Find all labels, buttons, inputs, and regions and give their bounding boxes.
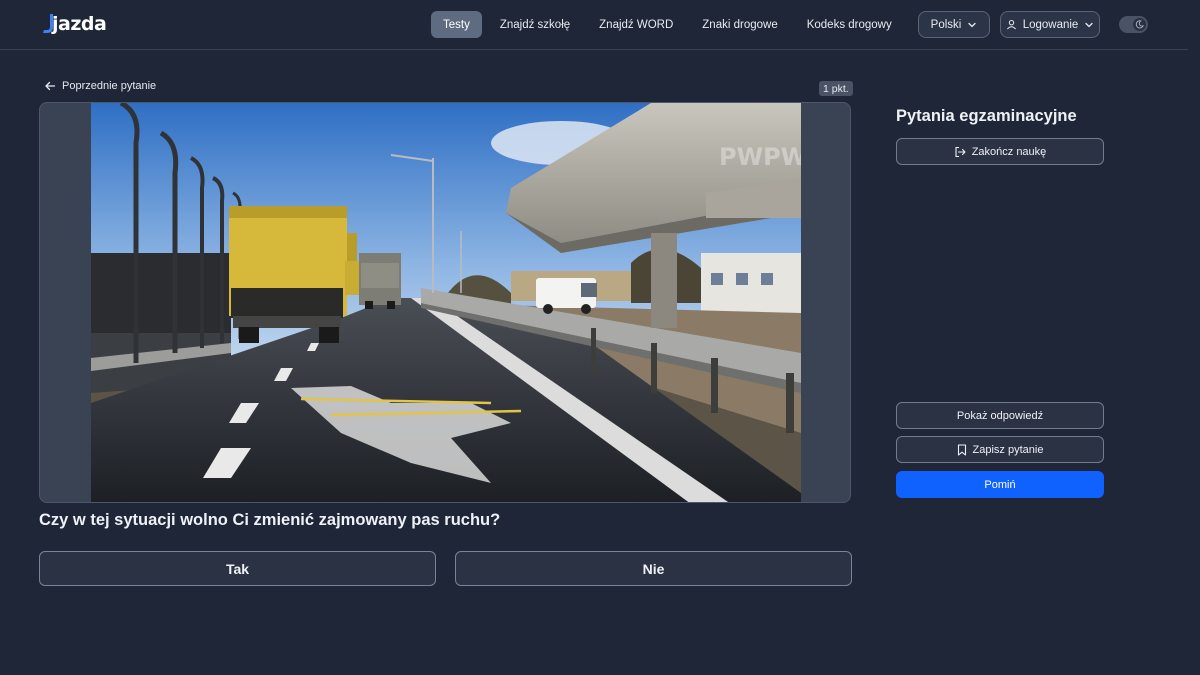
moon-icon xyxy=(1133,18,1146,31)
bookmark-icon xyxy=(957,443,967,456)
chevron-down-icon xyxy=(967,20,977,30)
nav-item-znajdz-word[interactable]: Znajdź WORD xyxy=(587,11,685,38)
theme-toggle[interactable] xyxy=(1119,16,1148,33)
chevron-down-icon xyxy=(1084,20,1094,30)
user-icon xyxy=(1006,19,1017,30)
nav-item-kodeks-drogowy[interactable]: Kodeks drogowy xyxy=(795,11,904,38)
main-nav: Testy Znajdź szkołę Znajdź WORD Znaki dr… xyxy=(431,11,956,38)
logo-mark-icon xyxy=(42,13,54,35)
arrow-left-icon xyxy=(44,80,56,92)
login-button[interactable]: Logowanie xyxy=(1000,11,1100,38)
language-select[interactable]: Polski xyxy=(918,11,990,38)
language-label: Polski xyxy=(930,18,962,31)
save-question-label: Zapisz pytanie xyxy=(972,443,1044,456)
log-out-icon xyxy=(954,146,966,158)
road-scene-photo: PWPW xyxy=(91,103,801,502)
question-media: PWPW xyxy=(39,102,851,503)
previous-question-link[interactable]: Poprzednie pytanie xyxy=(44,80,156,92)
login-label: Logowanie xyxy=(1022,18,1079,31)
points-badge: 1 pkt. xyxy=(819,81,853,96)
photo-watermark: PWPW xyxy=(719,143,801,171)
answer-yes-button[interactable]: Tak xyxy=(39,551,436,586)
finish-learning-button[interactable]: Zakończ naukę xyxy=(896,138,1104,165)
skip-button[interactable]: Pomiń xyxy=(896,471,1104,498)
answer-no-button[interactable]: Nie xyxy=(455,551,852,586)
logo[interactable]: jazda xyxy=(42,12,107,36)
show-answer-button[interactable]: Pokaż odpowiedź xyxy=(896,402,1104,429)
logo-text: jazda xyxy=(52,13,107,35)
nav-item-testy[interactable]: Testy xyxy=(431,11,482,38)
question-text: Czy w tej sytuacji wolno Ci zmienić zajm… xyxy=(39,511,501,529)
previous-question-label: Poprzednie pytanie xyxy=(62,80,157,92)
nav-item-znaki-drogowe[interactable]: Znaki drogowe xyxy=(690,11,789,38)
save-question-button[interactable]: Zapisz pytanie xyxy=(896,436,1104,463)
finish-learning-label: Zakończ naukę xyxy=(971,145,1047,158)
sidebar-title: Pytania egzaminacyjne xyxy=(896,107,1077,125)
nav-item-znajdz-szkole[interactable]: Znajdź szkołę xyxy=(488,11,582,38)
top-navigation-bar: jazda Testy Znajdź szkołę Znajdź WORD Zn… xyxy=(0,0,1188,50)
